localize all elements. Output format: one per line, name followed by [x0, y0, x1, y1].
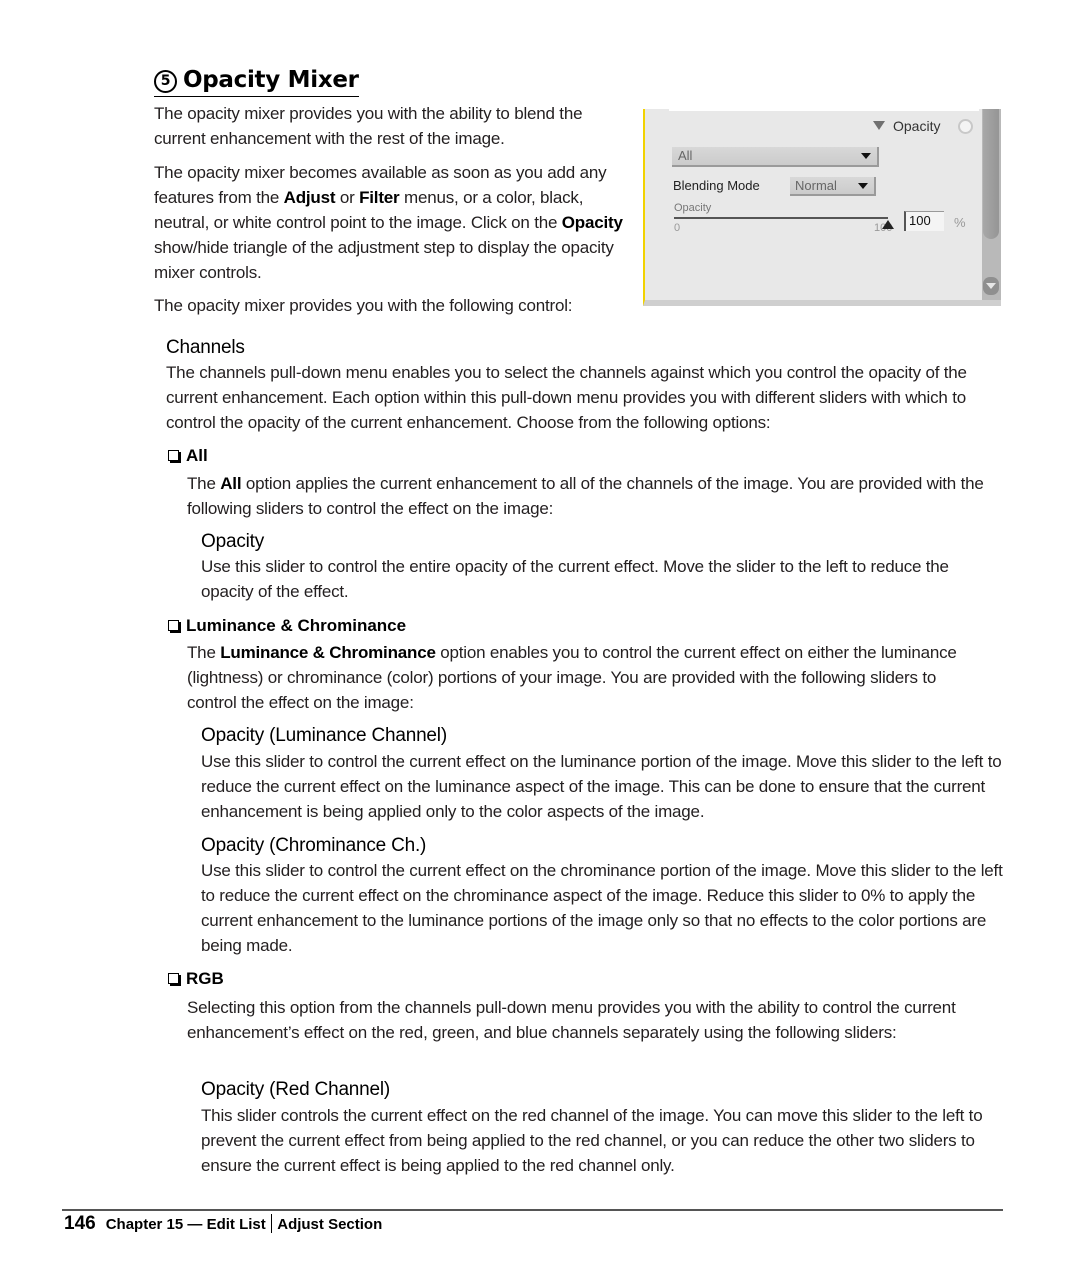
channels-description: The channels pull-down menu enables you … — [166, 363, 967, 432]
slider-opacity-heading: Opacity — [201, 531, 265, 552]
page-number: 146 — [64, 1213, 96, 1234]
slider-opacity-description: Use this slider to control the entire op… — [201, 557, 949, 601]
slider-red-description: This slider controls the current effect … — [201, 1106, 983, 1175]
slider-luminance-description: Use this slider to control the current e… — [201, 752, 1002, 821]
opacity-toggle[interactable]: Opacity — [873, 118, 940, 134]
slider-min-label: 0 — [674, 222, 681, 234]
option-rgb-description: Selecting this option from the channels … — [187, 998, 956, 1042]
blending-mode-dropdown[interactable]: Normal — [790, 177, 876, 196]
opacity-term: Opacity — [561, 213, 623, 232]
section-title-text: Opacity Mixer — [183, 67, 359, 93]
section-title: 5 Opacity Mixer — [154, 64, 359, 97]
channels-heading: Channels — [166, 337, 245, 358]
blending-mode-value: Normal — [795, 178, 837, 193]
opacity-mixer-panel-screenshot: Opacity All Blending Mode Normal Opacity… — [643, 109, 1001, 306]
option-all-heading: All — [168, 445, 208, 467]
footer-chapter: Chapter 15 — Edit List — [105, 1216, 266, 1233]
intro-paragraph-3: The opacity mixer provides you with the … — [154, 296, 573, 315]
channels-dropdown[interactable]: All — [672, 147, 879, 167]
slider-chrominance-description: Use this slider to control the current e… — [201, 861, 1003, 955]
intro-text: The opacity mixer provides you with the … — [154, 101, 632, 294]
footer-separator — [270, 1214, 273, 1233]
opacity-slider-thumb[interactable] — [882, 220, 894, 229]
channels-dropdown-value: All — [678, 148, 693, 163]
slider-luminance-heading: Opacity (Luminance Channel) — [201, 725, 447, 746]
checkbox-bullet-icon — [168, 450, 179, 461]
disclosure-triangle-icon — [873, 121, 885, 130]
opacity-slider-track[interactable] — [674, 217, 888, 219]
section-number-badge: 5 — [154, 70, 177, 93]
percent-unit-label: % — [954, 215, 966, 230]
intro-paragraph-2: The opacity mixer becomes available as s… — [154, 163, 623, 282]
reset-circle-icon[interactable] — [958, 119, 973, 134]
footer-section: Adjust Section — [277, 1216, 383, 1233]
chevron-down-icon — [858, 183, 868, 189]
page-footer: 146 Chapter 15 — Edit List Adjust Section — [64, 1213, 382, 1235]
scrollbar-thumb[interactable] — [983, 109, 999, 239]
slider-red-heading: Opacity (Red Channel) — [201, 1079, 391, 1100]
panel-scrollbar[interactable] — [982, 109, 1001, 300]
scroll-down-arrow-icon[interactable] — [983, 277, 999, 295]
intro-paragraph-1: The opacity mixer provides you with the … — [154, 104, 583, 148]
panel-top-divider — [669, 109, 979, 111]
chevron-down-icon — [861, 153, 871, 159]
checkbox-bullet-icon — [168, 620, 179, 631]
opacity-value-input[interactable]: 100 — [904, 211, 944, 231]
checkbox-bullet-icon — [168, 973, 179, 984]
opacity-slider-label: Opacity — [674, 202, 712, 214]
blending-mode-label: Blending Mode — [673, 178, 760, 193]
option-lumchrom-description: The Luminance & Chrominance option enabl… — [187, 643, 957, 712]
footer-divider — [62, 1209, 1003, 1211]
filter-term: Filter — [359, 188, 400, 207]
slider-chrominance-heading: Opacity (Chrominance Ch.) — [201, 835, 427, 856]
adjust-term: Adjust — [283, 188, 336, 207]
option-lumchrom-heading: Luminance & Chrominance — [168, 615, 406, 637]
option-all-description: The All option applies the current enhan… — [187, 474, 984, 518]
opacity-header-label: Opacity — [893, 118, 941, 134]
option-rgb-heading: RGB — [168, 968, 224, 990]
